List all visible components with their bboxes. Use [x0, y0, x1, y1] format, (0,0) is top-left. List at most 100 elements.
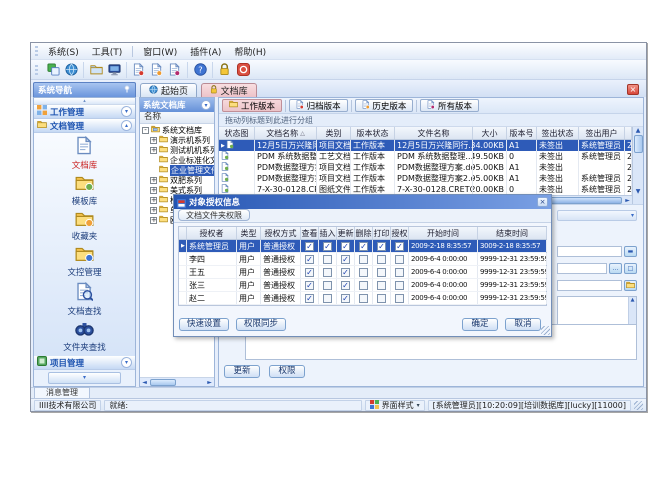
- sidebar-group-0[interactable]: 工作管理▾: [34, 105, 135, 119]
- menu-item-5[interactable]: 帮助(H): [228, 44, 272, 59]
- table-row[interactable]: PDM数据整理方案2.doc项目文档工作版本PDM数据整理方案2.doc95.0…: [219, 173, 632, 184]
- sync-icon[interactable]: [46, 63, 60, 77]
- tree-node-演示机系列[interactable]: + 演示机系列: [140, 135, 214, 145]
- column-header-文档名称[interactable]: 文档名称△: [255, 127, 317, 139]
- sidebar-scroll-up[interactable]: ▴: [34, 98, 135, 105]
- dialog-tab-permissions[interactable]: 文档文件夹权限: [178, 209, 250, 221]
- dialog-column-打印[interactable]: 打印: [373, 227, 391, 239]
- menu-item-1[interactable]: 工具(T): [86, 44, 129, 59]
- dialog-title-bar[interactable]: 对象授权信息 ×: [174, 195, 551, 209]
- checkbox-unchecked[interactable]: [377, 255, 386, 264]
- ellipsis-button[interactable]: …: [609, 263, 622, 274]
- ok-button[interactable]: 确定: [462, 318, 498, 331]
- checkbox-checked[interactable]: ✓: [305, 242, 314, 251]
- checkbox-checked[interactable]: ✓: [377, 242, 386, 251]
- tree-node-企业管理文件[interactable]: 企业管理文件: [140, 165, 214, 175]
- dialog-close-button[interactable]: ×: [537, 197, 548, 207]
- tree-expand-icon[interactable]: +: [150, 207, 157, 214]
- permission-row[interactable]: 张三用户普通授权✓✓2009-6-4 0:00:009999-12-31 23:…: [179, 279, 546, 292]
- tree-expand-icon[interactable]: +: [150, 137, 157, 144]
- checkbox-unchecked[interactable]: [395, 281, 404, 290]
- column-header-签出状态[interactable]: 签出状态: [537, 127, 579, 139]
- property-field-3[interactable]: [557, 280, 622, 291]
- sidebar-collapse-button[interactable]: ▾: [48, 372, 121, 384]
- exit-icon[interactable]: [236, 63, 250, 77]
- checkbox-checked[interactable]: ✓: [305, 268, 314, 277]
- sidebar-item-文档查找[interactable]: 文档查找: [67, 282, 101, 317]
- row-selector-header[interactable]: [179, 227, 187, 239]
- cancel-button[interactable]: 取消: [505, 318, 541, 331]
- scroll-down-icon[interactable]: ▼: [636, 188, 641, 195]
- checkbox-unchecked[interactable]: [395, 294, 404, 303]
- version-tab-工作版本[interactable]: 工作版本: [222, 99, 282, 112]
- checkbox-unchecked[interactable]: [359, 294, 368, 303]
- globe-icon[interactable]: [64, 63, 78, 77]
- scroll-left-icon[interactable]: ◄: [140, 379, 149, 386]
- version-tab-所有版本[interactable]: 所有版本: [420, 99, 479, 112]
- dialog-column-授权方式[interactable]: 授权方式: [261, 227, 301, 239]
- column-header-版本状态[interactable]: 版本状态: [351, 127, 395, 139]
- tree-node-root[interactable]: - 系统文档库: [140, 125, 214, 135]
- checkbox-checked[interactable]: ✓: [395, 242, 404, 251]
- checkbox-checked[interactable]: ✓: [359, 242, 368, 251]
- tree-column-header[interactable]: 名称: [140, 112, 214, 124]
- checkbox-unchecked[interactable]: [323, 255, 332, 264]
- dialog-column-授权者[interactable]: 授权者: [187, 227, 237, 239]
- checkbox-unchecked[interactable]: [359, 268, 368, 277]
- tree-node-企业标准化文件[interactable]: 企业标准化文件: [140, 155, 214, 165]
- scroll-up-icon[interactable]: ▲: [636, 127, 641, 134]
- checkbox-checked[interactable]: ✓: [305, 255, 314, 264]
- close-tab-button[interactable]: ×: [627, 84, 639, 95]
- column-header-类别[interactable]: 类别: [317, 127, 351, 139]
- checkbox-checked[interactable]: ✓: [341, 255, 350, 264]
- tree-expand-icon[interactable]: +: [150, 187, 157, 194]
- doc-badge-del-icon[interactable]: [168, 63, 182, 77]
- permission-button[interactable]: 权限: [269, 365, 305, 378]
- doc-badge-orange-icon[interactable]: [150, 63, 164, 77]
- checkbox-unchecked[interactable]: [395, 255, 404, 264]
- checkbox-checked[interactable]: ✓: [341, 281, 350, 290]
- checkbox-checked[interactable]: ✓: [305, 281, 314, 290]
- table-row[interactable]: PDM数据整理方案.doc项目文档工作版本PDM数据整理方案.doc95.00K…: [219, 162, 632, 173]
- column-header-大小[interactable]: 大小: [473, 127, 507, 139]
- scroll-thumb[interactable]: [634, 135, 643, 153]
- chevron-icon[interactable]: ▾: [121, 106, 132, 117]
- table-row[interactable]: PDM 系统数据整理检...工艺文档工作版本PDM 系统数据整理...49.50…: [219, 151, 632, 162]
- checkbox-unchecked[interactable]: [359, 281, 368, 290]
- doc-badge-red-icon[interactable]: [132, 63, 146, 77]
- column-header-状态图[interactable]: 状态图: [219, 127, 255, 139]
- chevron-icon[interactable]: ▾: [121, 357, 132, 368]
- tree-expand-icon[interactable]: +: [150, 177, 157, 184]
- checkbox-unchecked[interactable]: [377, 268, 386, 277]
- dialog-column-开始时间[interactable]: 开始时间: [409, 227, 478, 239]
- sidebar-item-收藏夹[interactable]: 收藏夹: [72, 211, 98, 243]
- quick-setup-button[interactable]: 快速设置: [179, 318, 229, 331]
- tree-node-测试机机系列[interactable]: + 测试机机系列: [140, 145, 214, 155]
- sidebar-item-文档库[interactable]: 文档库: [72, 136, 98, 171]
- workspace-icon[interactable]: [107, 63, 121, 77]
- checkbox-checked[interactable]: ✓: [341, 294, 350, 303]
- sidebar-group-1[interactable]: 文档管理▴: [34, 119, 135, 133]
- version-tab-历史版本[interactable]: 历史版本: [355, 99, 414, 112]
- checkbox-checked[interactable]: ✓: [305, 294, 314, 303]
- checkbox-checked[interactable]: ✓: [323, 242, 332, 251]
- dialog-column-授权[interactable]: 授权: [391, 227, 409, 239]
- checkbox-unchecked[interactable]: [323, 281, 332, 290]
- open-folder-icon[interactable]: [89, 63, 103, 77]
- property-field-1[interactable]: [557, 246, 622, 257]
- menu-item-0[interactable]: 系统(S): [42, 44, 85, 59]
- chevron-icon[interactable]: ▴: [121, 120, 132, 131]
- collapse-bar[interactable]: ▾: [557, 210, 637, 221]
- permission-row[interactable]: 赵二用户普通授权✓✓2009-6-4 0:00:009999-12-31 23:…: [179, 292, 546, 305]
- column-header-clipped[interactable]: [625, 127, 632, 139]
- scroll-thumb[interactable]: [150, 379, 176, 386]
- sidebar-item-文控管理[interactable]: 文控管理: [67, 246, 101, 278]
- version-tab-归档版本[interactable]: 归档版本: [289, 99, 348, 112]
- table-row[interactable]: ▶12月5日万兴隆同行...项目文档工作版本12月5日万兴隆同行...334.0…: [219, 140, 632, 151]
- sidebar-item-文件夹查找[interactable]: 文件夹查找: [63, 321, 106, 353]
- dialog-column-删除[interactable]: 删除: [355, 227, 373, 239]
- update-button[interactable]: 更新: [224, 365, 260, 378]
- table-vscrollbar[interactable]: ▲ ▼: [632, 127, 643, 195]
- group-by-bar[interactable]: 拖动列标题到此进行分组: [219, 114, 643, 127]
- column-header-版本号[interactable]: 版本号: [507, 127, 537, 139]
